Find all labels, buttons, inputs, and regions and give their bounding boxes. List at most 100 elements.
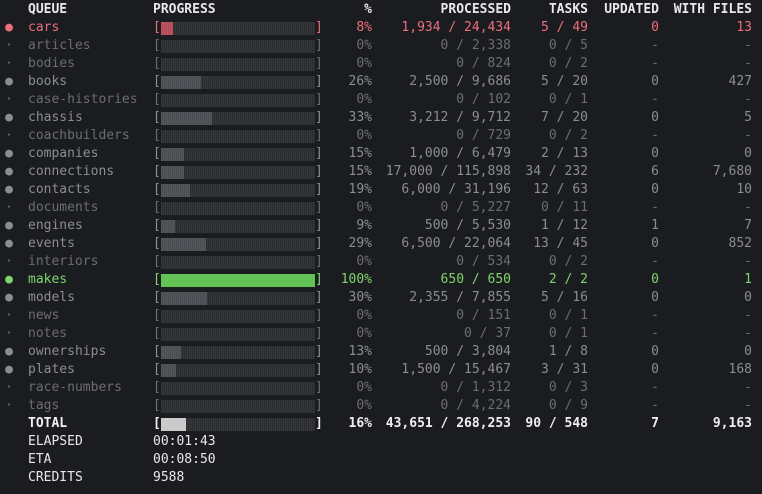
queue-name[interactable]: chassis — [28, 109, 83, 127]
with-files-value: 5 — [744, 110, 752, 125]
tasks-value: 13 / 45 — [533, 236, 588, 251]
processed-value: 17,000 / 115,898 — [385, 164, 511, 179]
status-dot-icon: ● — [5, 290, 13, 305]
processed-value: 6,000 / 31,196 — [401, 182, 511, 197]
progress-bracket-close: ] — [315, 74, 323, 89]
queue-name[interactable]: race-numbers — [28, 379, 122, 397]
queue-name[interactable]: notes — [28, 325, 67, 343]
queue-name[interactable]: documents — [28, 199, 98, 217]
tasks-value: 0 / 1 — [548, 326, 588, 341]
progress-bar — [161, 220, 315, 233]
updated-value: 0 — [651, 20, 659, 35]
progress-bar — [161, 94, 315, 107]
updated-value: - — [651, 308, 659, 323]
tasks-value: 1 / 8 — [548, 344, 588, 359]
percent-value: 9% — [356, 218, 372, 233]
percent-value: 19% — [348, 182, 372, 197]
table-row: · bodies [] 0% 0 / 824 0 / 2 - - — [0, 55, 762, 73]
progress-bracket-open: [ — [153, 128, 161, 143]
with-files-value: 13 — [736, 20, 752, 35]
progress-fill — [161, 220, 175, 233]
tasks-value: 2 / 13 — [541, 146, 588, 161]
table-row: ● books [] 26% 2,500 / 9,686 5 / 20 0 427 — [0, 73, 762, 91]
table-header: QUEUE PROGRESS % PROCESSED TASKS UPDATED… — [0, 1, 762, 19]
queue-name[interactable]: books — [28, 73, 67, 91]
queue-name[interactable]: bodies — [28, 55, 75, 73]
queue-name[interactable]: interiors — [28, 253, 98, 271]
total-label: TOTAL — [28, 416, 68, 431]
queue-name[interactable]: news — [28, 307, 59, 325]
updated-value: 0 — [651, 110, 659, 125]
table-row: · tags [] 0% 0 / 4,224 0 / 9 - - — [0, 397, 762, 415]
progress-track — [161, 220, 315, 233]
queue-name[interactable]: articles — [28, 37, 91, 55]
with-files-value: - — [744, 56, 752, 71]
progress-fill — [161, 184, 190, 197]
table-row: · news [] 0% 0 / 151 0 / 1 - - — [0, 307, 762, 325]
progress-fill — [161, 346, 181, 359]
queue-name[interactable]: ownerships — [28, 343, 106, 361]
progress-bracket-open: [ — [153, 362, 161, 377]
progress-bracket-open: [ — [153, 20, 161, 35]
updated-value: - — [651, 128, 659, 143]
progress-track — [161, 310, 315, 323]
updated-value: 0 — [651, 344, 659, 359]
tasks-value: 0 / 2 — [548, 56, 588, 71]
table-row: ● makes [] 100% 650 / 650 2 / 2 0 1 — [0, 271, 762, 289]
progress-bar — [161, 166, 315, 179]
queue-name[interactable]: coachbuilders — [28, 127, 130, 145]
queue-name[interactable]: plates — [28, 361, 75, 379]
progress-bracket-open: [ — [153, 254, 161, 269]
progress-bar — [161, 292, 315, 305]
queue-name[interactable]: companies — [28, 145, 98, 163]
queue-name[interactable]: events — [28, 235, 75, 253]
percent-value: 0% — [356, 128, 372, 143]
processed-value: 0 / 824 — [456, 56, 511, 71]
progress-bar — [161, 184, 315, 197]
progress-bar — [161, 238, 315, 251]
progress-bracket-open: [ — [153, 110, 161, 125]
queue-name[interactable]: connections — [28, 163, 114, 181]
queue-name[interactable]: tags — [28, 397, 59, 415]
progress-bracket-close: ] — [315, 362, 323, 377]
total-percent: 16% — [348, 416, 372, 431]
total-tasks: 90 / 548 — [525, 416, 588, 431]
tasks-value: 5 / 20 — [541, 74, 588, 89]
queue-name[interactable]: engines — [28, 217, 83, 235]
queue-name[interactable]: cars — [28, 19, 59, 37]
progress-bar — [161, 202, 315, 215]
with-files-value: 0 — [744, 146, 752, 161]
status-dot-icon: ● — [5, 362, 13, 377]
queue-name[interactable]: case-histories — [28, 91, 138, 109]
updated-value: - — [651, 380, 659, 395]
processed-value: 0 / 37 — [464, 326, 511, 341]
updated-value: 0 — [651, 236, 659, 251]
queue-name[interactable]: makes — [28, 271, 67, 289]
progress-bar — [161, 418, 315, 431]
progress-bar — [161, 40, 315, 53]
processed-value: 0 / 5,227 — [440, 200, 511, 215]
stat-value: 9588 — [153, 470, 185, 485]
processed-value: 0 / 102 — [456, 92, 511, 107]
with-files-value: 10 — [736, 182, 752, 197]
updated-value: 0 — [651, 146, 659, 161]
progress-bracket-open: [ — [153, 398, 161, 413]
updated-value: 6 — [651, 164, 659, 179]
progress-fill — [161, 166, 184, 179]
with-files-value: 0 — [744, 290, 752, 305]
progress-fill — [161, 112, 212, 125]
progress-bracket-close: ] — [315, 290, 323, 305]
percent-value: 0% — [356, 380, 372, 395]
queue-name[interactable]: contacts — [28, 181, 91, 199]
percent-value: 0% — [356, 398, 372, 413]
queue-name[interactable]: models — [28, 289, 75, 307]
tasks-value: 0 / 1 — [548, 92, 588, 107]
stat-label: CREDITS — [28, 470, 83, 485]
progress-bracket-close: ] — [315, 272, 323, 287]
progress-bracket-close: ] — [315, 380, 323, 395]
with-files-value: - — [744, 38, 752, 53]
with-files-value: - — [744, 380, 752, 395]
progress-bracket-close: ] — [315, 128, 323, 143]
processed-value: 2,500 / 9,686 — [409, 74, 511, 89]
percent-value: 33% — [348, 110, 372, 125]
